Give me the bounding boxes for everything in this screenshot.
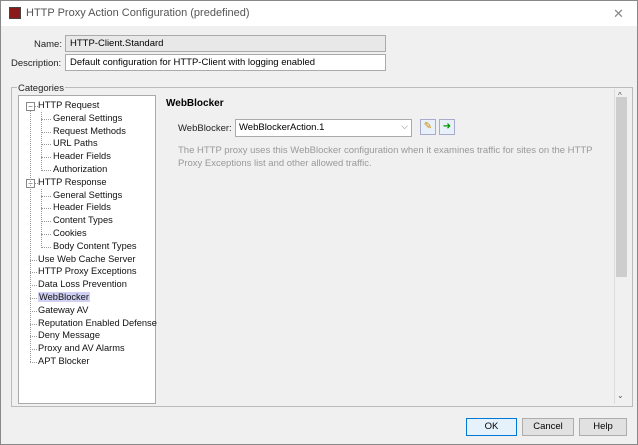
tree-connector [41,144,51,146]
tree-item[interactable]: Gateway AV [38,305,88,315]
tree-item[interactable]: Content Types [53,215,113,225]
tree-connector [41,221,51,223]
tree-item[interactable]: Cookies [53,228,87,238]
section-title: WebBlocker [166,98,224,109]
tree-item[interactable]: HTTP Proxy Exceptions [38,266,137,276]
name-field[interactable]: HTTP-Client.Standard [65,35,386,52]
clone-icon[interactable]: ➜ [439,119,455,135]
ok-button[interactable]: OK [466,418,517,436]
tree-connector [30,272,37,274]
scrollbar-thumb[interactable] [616,97,627,277]
window-title: HTTP Proxy Action Configuration (predefi… [26,7,250,19]
chevron-down-icon: ⌵ [401,121,408,131]
category-tree[interactable]: − HTTP Request General Settings Request Met… [18,95,157,404]
tree-connector [30,310,37,312]
tree-item[interactable]: Header Fields [53,151,111,161]
edit-icon[interactable]: ✎ [420,119,436,135]
tree-connector [30,336,37,338]
tree-connector [30,111,31,362]
tree-item[interactable]: WebBlocker [38,292,90,302]
tree-connector [41,188,42,248]
tree-item[interactable]: Request Methods [53,126,126,136]
tree-connector [41,170,51,171]
tree-item[interactable]: Body Content Types [53,241,137,251]
tree-item[interactable]: Authorization [53,164,107,174]
tree-item[interactable]: General Settings [53,190,122,200]
tree-item[interactable]: Header Fields [53,202,111,212]
tree-item[interactable]: APT Blocker [38,356,90,366]
tree-item[interactable]: Proxy and AV Alarms [38,343,125,353]
tree-connector [41,195,51,197]
app-icon [9,7,21,19]
tree-item[interactable]: URL Paths [53,138,98,148]
categories-label: Categories [17,83,65,94]
tree-item[interactable]: Data Loss Prevention [38,279,127,289]
description-label: Description: [11,58,62,69]
tree-connector [41,112,42,171]
title-bar: HTTP Proxy Action Configuration (predefi… [1,1,637,26]
name-label: Name: [34,39,62,50]
tree-connector [41,208,51,210]
tree-item[interactable]: HTTP Request [38,100,99,110]
webblocker-select-value: WebBlockerAction.1 [239,122,325,133]
tree-connector [41,157,51,159]
help-text: The HTTP proxy uses this WebBlocker conf… [178,145,593,169]
scroll-down-icon[interactable]: ⌄ [617,391,624,400]
tree-item[interactable]: Deny Message [38,330,100,340]
help-button[interactable]: Help [579,418,627,436]
webblocker-label: WebBlocker: [178,123,232,134]
description-field[interactable]: Default configuration for HTTP-Client wi… [65,54,386,71]
tree-connector [30,362,37,363]
tree-connector [41,246,51,248]
tree-connector [41,118,51,120]
cancel-button[interactable]: Cancel [522,418,574,436]
collapse-icon[interactable]: − [26,102,35,111]
tree-item[interactable]: Reputation Enabled Defense [38,318,157,328]
tree-connector [41,131,51,133]
tree-connector [41,234,51,235]
tree-connector [30,259,37,261]
tree-connector [30,323,37,325]
tree-item[interactable]: Use Web Cache Server [38,254,136,264]
tree-item[interactable]: HTTP Response [38,177,107,187]
tree-connector [30,298,37,299]
tree-connector [30,349,37,351]
close-icon[interactable]: ✕ [613,6,624,22]
tree-item[interactable]: General Settings [53,113,122,123]
webblocker-select[interactable]: WebBlockerAction.1 ⌵ [235,119,412,137]
tree-connector [30,285,37,287]
